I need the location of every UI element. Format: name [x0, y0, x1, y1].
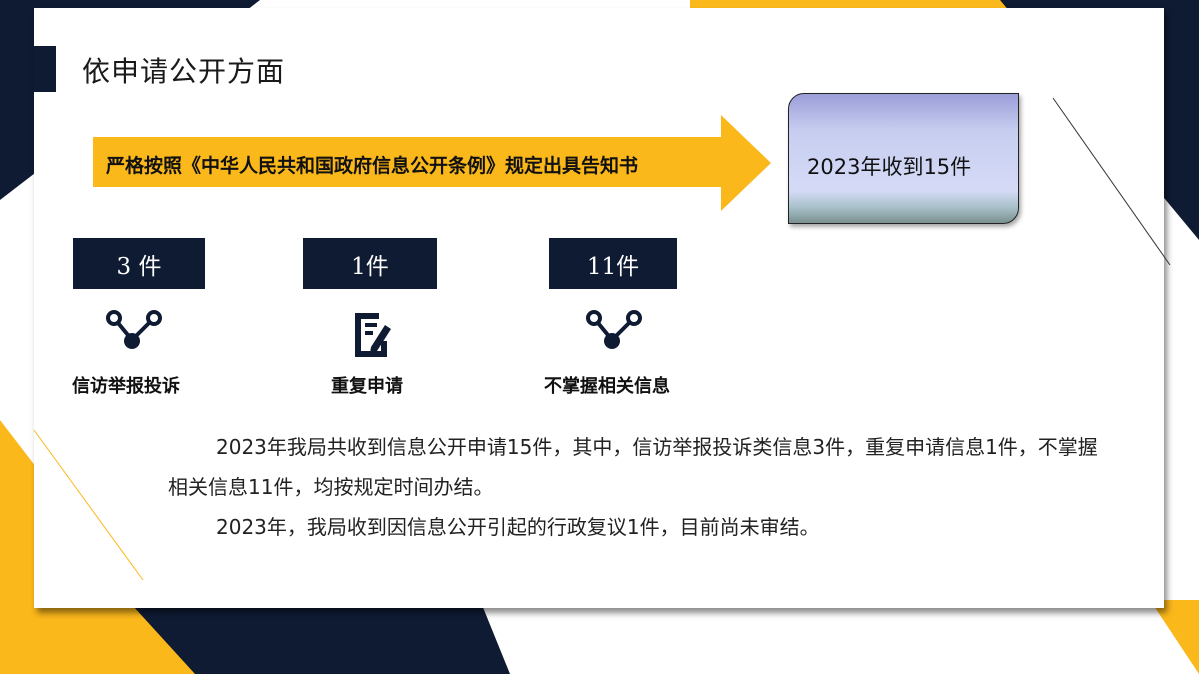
connection-nodes-icon [586, 310, 642, 349]
category-label-duplicate: 重复申请 [331, 376, 403, 397]
category-label-complaints: 信访举报投诉 [72, 376, 180, 397]
connection-nodes-icon [106, 310, 162, 349]
title-marker [34, 46, 56, 92]
page-title: 依申请公开方面 [82, 55, 286, 88]
result-box: 2023年收到15件 [788, 93, 1019, 224]
count-box-duplicate: 1件 [303, 238, 437, 289]
arrow-banner-text: 严格按照《中华人民共和国政府信息公开条例》规定出具告知书 [106, 155, 639, 177]
paragraph-review: 2023年，我局收到因信息公开引起的行政复议1件，目前尚未审结。 [216, 515, 820, 539]
paragraph-summary: 2023年我局共收到信息公开申请15件，其中，信访举报投诉类信息3件，重复申请信… [168, 435, 1098, 499]
count-box-complaints: 3 件 [73, 238, 205, 289]
category-label-no-info: 不掌握相关信息 [544, 376, 670, 397]
count-box-no-info: 11件 [549, 238, 677, 289]
edit-document-icon [355, 313, 391, 357]
result-text: 2023年收到15件 [807, 155, 972, 179]
